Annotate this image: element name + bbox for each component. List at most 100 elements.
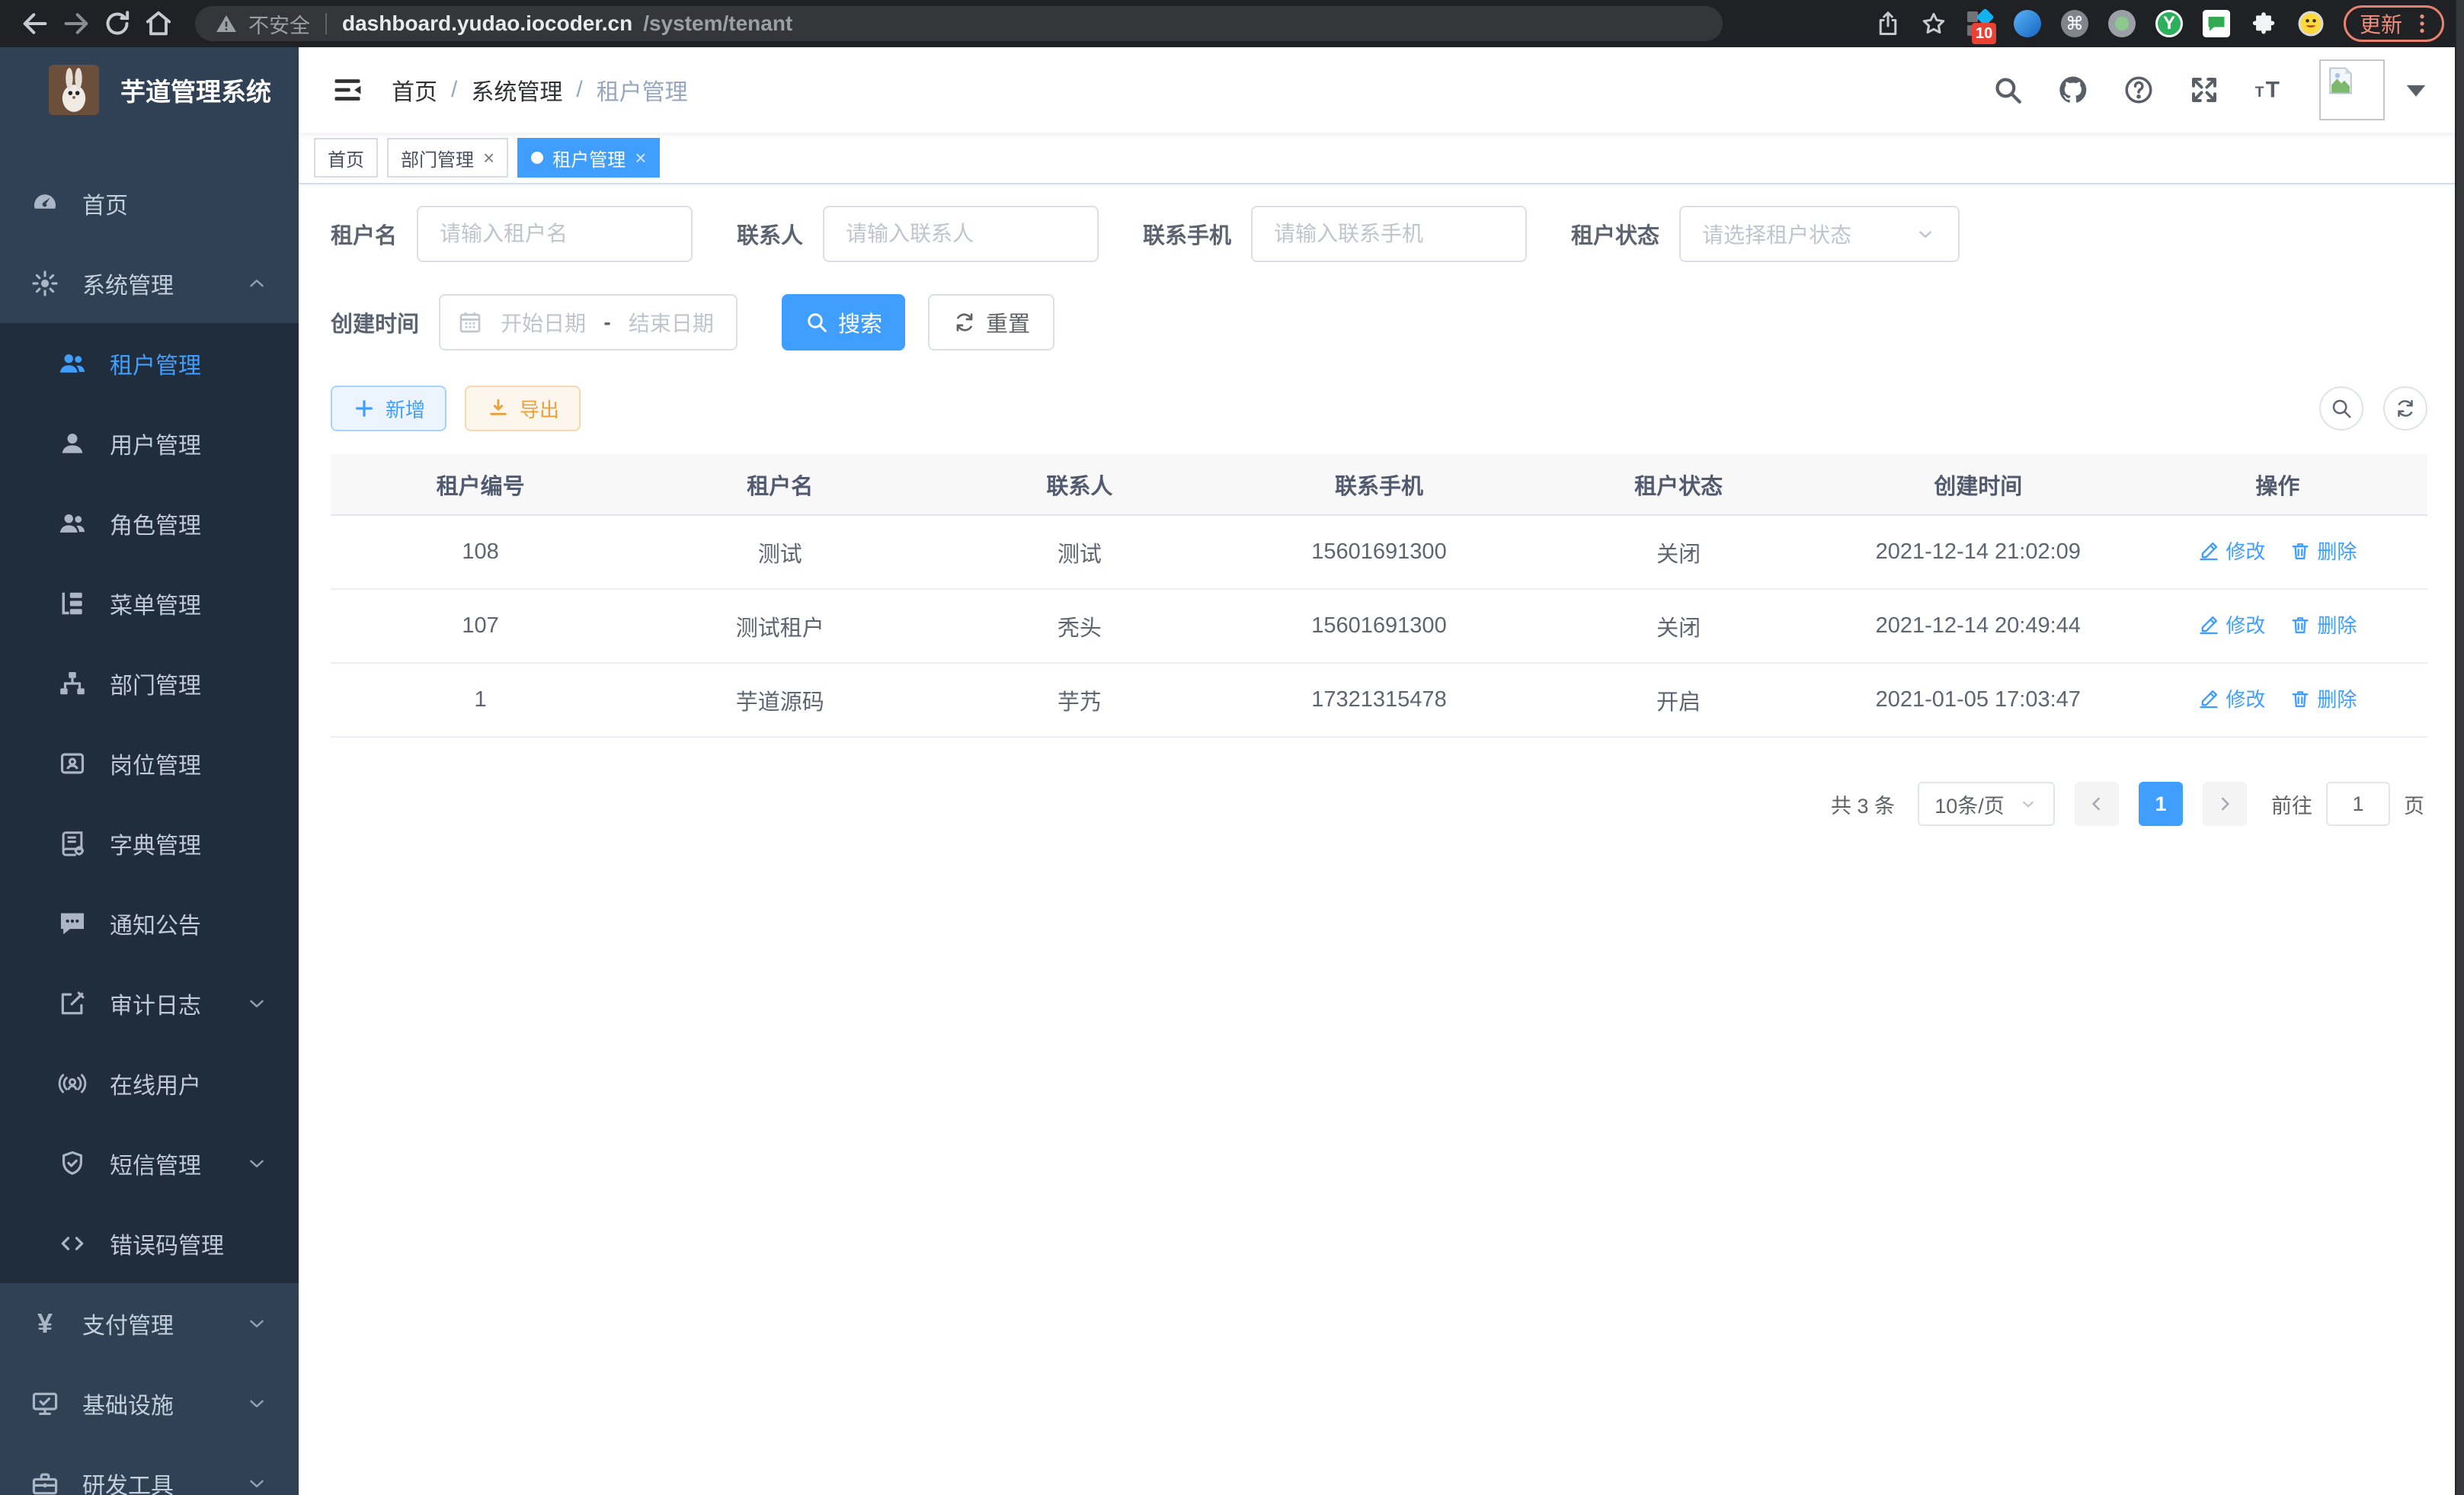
- delete-link[interactable]: 删除: [2290, 684, 2357, 712]
- sidebar-item-pay[interactable]: ¥支付管理: [0, 1283, 299, 1363]
- sidebar-item-user[interactable]: 用户管理: [0, 403, 299, 483]
- balloon-extension-icon[interactable]: [2013, 9, 2042, 38]
- page-size-select[interactable]: 10条/页: [1918, 782, 2055, 826]
- sidebar-item-notice[interactable]: 通知公告: [0, 883, 299, 963]
- emoji-extension-icon[interactable]: [2296, 9, 2325, 38]
- browser-menu-kebab-icon[interactable]: [2410, 11, 2434, 36]
- sidebar-item-sms[interactable]: 短信管理: [0, 1123, 299, 1203]
- sidebar-item-tenant[interactable]: 租户管理: [0, 323, 299, 403]
- breadcrumb-home[interactable]: 首页: [392, 73, 437, 107]
- sidebar-item-audit[interactable]: 审计日志: [0, 963, 299, 1043]
- cell-status: 开启: [1529, 663, 1829, 737]
- puzzle-extension-icon[interactable]: [2249, 9, 2278, 38]
- tab-close-icon[interactable]: ×: [635, 148, 646, 168]
- add-button[interactable]: 新增: [331, 386, 446, 431]
- sidebar-item-label: 短信管理: [110, 1147, 245, 1180]
- chat-green-extension-icon[interactable]: [2202, 9, 2231, 38]
- delete-label: 删除: [2317, 610, 2357, 639]
- fullscreen-icon[interactable]: [2188, 74, 2220, 106]
- sidebar-item-system[interactable]: 系统管理: [0, 243, 299, 323]
- address-bar[interactable]: 不安全 dashboard.yudao.iocoder.cn/system/te…: [195, 6, 1723, 41]
- update-label: 更新: [2360, 8, 2402, 39]
- sidebar-item-menu[interactable]: 菜单管理: [0, 563, 299, 643]
- github-icon[interactable]: [2057, 74, 2089, 106]
- delete-link[interactable]: 删除: [2290, 610, 2357, 639]
- dot-extension-icon[interactable]: [2107, 9, 2136, 38]
- browser-back-icon[interactable]: [20, 8, 50, 39]
- tab-首页[interactable]: 首页: [314, 138, 378, 178]
- filter-label: 联系人: [737, 218, 803, 250]
- column-header: 操作: [2128, 454, 2427, 515]
- goto-page-input[interactable]: [2326, 782, 2390, 826]
- toggle-search-button[interactable]: [2319, 386, 2363, 431]
- edit-link[interactable]: 修改: [2198, 536, 2265, 565]
- create-time-range-picker[interactable]: 开始日期 - 结束日期: [439, 294, 738, 351]
- prev-page-button[interactable]: [2075, 782, 2119, 826]
- chevron-left-icon: [2087, 794, 2107, 814]
- sidebar-item-post[interactable]: 岗位管理: [0, 723, 299, 803]
- tab-close-icon[interactable]: ×: [483, 148, 494, 168]
- mobile-input[interactable]: [1251, 206, 1527, 262]
- y-green-extension-icon[interactable]: Y: [2155, 9, 2184, 38]
- bookmark-star-icon[interactable]: [1920, 10, 1947, 37]
- table-row: 107测试租户秃头15601691300关闭2021-12-14 20:49:4…: [331, 589, 2427, 663]
- sidebar-item-label: 在线用户: [110, 1067, 268, 1100]
- command-extension-icon[interactable]: ⌘: [2060, 9, 2089, 38]
- sidebar-item-label: 基础设施: [82, 1387, 245, 1420]
- avatar-caret-down-icon[interactable]: [2400, 74, 2432, 106]
- cell-actions: 修改删除: [2128, 663, 2427, 737]
- search-icon[interactable]: [1992, 74, 2024, 106]
- user-avatar[interactable]: [2319, 59, 2385, 120]
- edit-label: 修改: [2226, 610, 2265, 639]
- sidebar-item-home[interactable]: 首页: [0, 163, 299, 243]
- sidebar-item-errorcode[interactable]: 错误码管理: [0, 1203, 299, 1283]
- share-icon[interactable]: [1874, 10, 1902, 37]
- browser-update-button[interactable]: 更新: [2344, 5, 2444, 42]
- tab-租户管理[interactable]: 租户管理×: [517, 138, 660, 178]
- cell-id: 108: [331, 515, 630, 589]
- edit-link[interactable]: 修改: [2198, 684, 2265, 712]
- page-number-button[interactable]: 1: [2139, 782, 2183, 826]
- sidebar-collapse-icon[interactable]: [331, 73, 364, 107]
- next-page-button[interactable]: [2203, 782, 2247, 826]
- sidebar-item-role[interactable]: 角色管理: [0, 483, 299, 563]
- font-size-icon[interactable]: TT: [2254, 74, 2286, 106]
- breadcrumb-system[interactable]: 系统管理: [471, 73, 562, 107]
- sidebar-item-infra[interactable]: 基础设施: [0, 1363, 299, 1443]
- browser-forward-icon[interactable]: [61, 8, 91, 39]
- yen-icon: ¥: [30, 1309, 59, 1338]
- cell-mobile: 15601691300: [1229, 589, 1528, 663]
- browser-reload-icon[interactable]: [102, 8, 133, 39]
- chevron-down-icon: [245, 992, 268, 1015]
- security-label[interactable]: 不安全: [248, 9, 310, 39]
- cell-status: 关闭: [1529, 589, 1829, 663]
- sidebar-item-online[interactable]: 在线用户: [0, 1043, 299, 1123]
- window-scrollbar-strip[interactable]: [2455, 0, 2464, 1495]
- security-warning-icon[interactable]: [215, 12, 238, 35]
- tab-部门管理[interactable]: 部门管理×: [387, 138, 508, 178]
- filter-create-time: 创建时间 开始日期 - 结束日期: [331, 294, 738, 351]
- app-logo-row[interactable]: 芋道管理系统: [0, 47, 299, 133]
- search-button[interactable]: 搜索: [782, 294, 905, 351]
- contact-input[interactable]: [823, 206, 1099, 262]
- edit-link[interactable]: 修改: [2198, 610, 2265, 639]
- refresh-table-button[interactable]: [2383, 386, 2427, 431]
- table-row: 108测试测试15601691300关闭2021-12-14 21:02:09修…: [331, 515, 2427, 589]
- sidebar-item-dict[interactable]: 字典管理: [0, 803, 299, 883]
- export-button[interactable]: 导出: [465, 386, 581, 431]
- trash-icon: [2290, 614, 2311, 635]
- users-icon: [58, 349, 87, 378]
- sidebar-item-devtool[interactable]: 研发工具: [0, 1443, 299, 1495]
- table-header-row: 租户编号租户名联系人联系手机租户状态创建时间操作: [331, 454, 2427, 515]
- tampermonkey-extension-icon[interactable]: 10: [1966, 9, 1995, 38]
- sidebar-menu: 首页系统管理租户管理用户管理角色管理菜单管理部门管理岗位管理字典管理通知公告审计…: [0, 163, 299, 1495]
- delete-link[interactable]: 删除: [2290, 536, 2357, 565]
- help-icon[interactable]: [2123, 74, 2155, 106]
- reset-button[interactable]: 重置: [928, 294, 1054, 351]
- browser-home-icon[interactable]: [143, 8, 174, 39]
- user-icon: [58, 429, 87, 458]
- search-icon: [2330, 397, 2353, 420]
- sidebar-item-dept[interactable]: 部门管理: [0, 643, 299, 723]
- status-select[interactable]: 请选择租户状态: [1679, 206, 1960, 262]
- tenant-name-input[interactable]: [417, 206, 693, 262]
